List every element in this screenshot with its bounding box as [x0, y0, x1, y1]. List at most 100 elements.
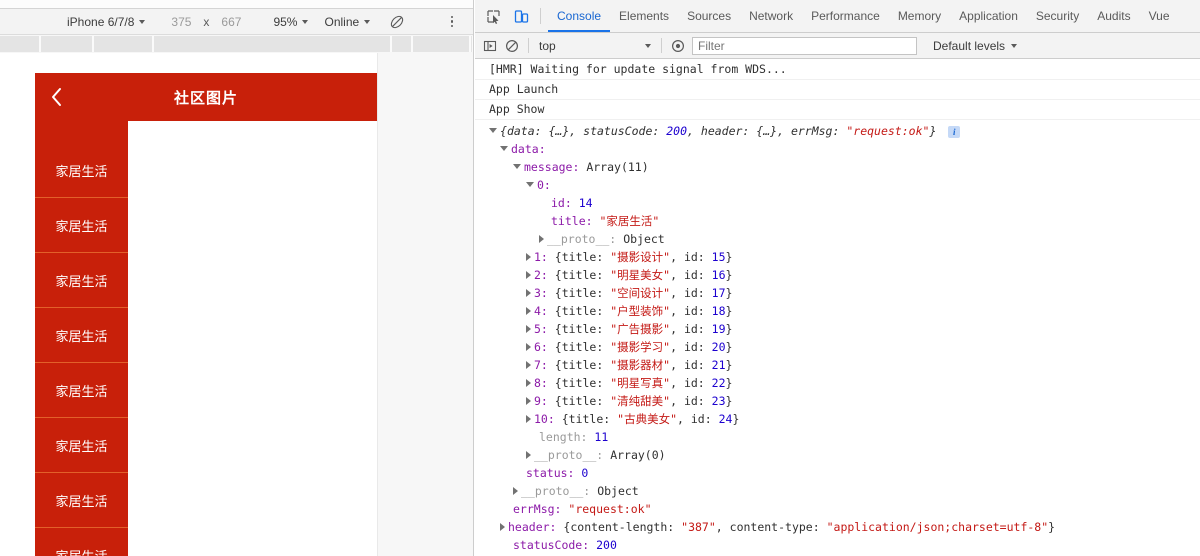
tree-row-array-item[interactable]: 8: {title: "明星写真", id: 22} [475, 374, 1200, 392]
execution-context-select[interactable]: top [534, 36, 656, 56]
item-id-value: 22 [711, 376, 726, 390]
back-chevron-icon[interactable] [35, 73, 79, 121]
tree-key-index: 0: [537, 178, 551, 192]
tree-row-array-item[interactable]: 5: {title: "广告摄影", id: 19} [475, 320, 1200, 338]
toggle-device-toolbar-icon[interactable] [508, 3, 534, 29]
info-icon[interactable]: i [948, 125, 961, 138]
item-title-key: title: [561, 376, 604, 390]
item-title-value: "广告摄影" [610, 322, 671, 336]
chevron-collapsed-icon[interactable] [500, 522, 505, 531]
chevron-expanded-icon[interactable] [526, 182, 534, 187]
tree-key-index: 10: [534, 412, 555, 426]
console-output[interactable]: [HMR] Waiting for update signal from WDS… [475, 60, 1200, 556]
tree-row-item0-proto[interactable]: __proto__: Object [475, 230, 1200, 248]
tab-network[interactable]: Network [740, 0, 802, 32]
log-levels-select[interactable]: Default levels [933, 39, 1018, 53]
chevron-collapsed-icon[interactable] [526, 450, 531, 459]
tree-row-data-proto[interactable]: __proto__: Object [475, 482, 1200, 500]
item-title-value: "空间设计" [610, 286, 671, 300]
chevron-collapsed-icon[interactable] [526, 306, 531, 315]
chevron-down-icon [645, 43, 651, 48]
sidebar-item-category[interactable]: 家居生活 [35, 253, 128, 308]
item-close-brace: } [732, 412, 740, 426]
chevron-collapsed-icon[interactable] [526, 360, 531, 369]
chevron-down-icon [139, 19, 146, 24]
tab-vue[interactable]: Vue [1140, 0, 1179, 32]
tab-console[interactable]: Console [548, 0, 611, 32]
live-expression-icon[interactable] [667, 35, 689, 57]
object-preview-row[interactable]: {data: {…}, statusCode: 200, header: {…}… [475, 122, 1200, 140]
tree-key-index: 1: [534, 250, 548, 264]
sidebar-item-category[interactable]: 家居生活 [35, 363, 128, 418]
tree-value-proto: Object [597, 484, 639, 498]
tree-row-array-item[interactable]: 1: {title: "摄影设计", id: 15} [475, 248, 1200, 266]
tree-row-array-item[interactable]: 6: {title: "摄影学习", id: 20} [475, 338, 1200, 356]
chevron-collapsed-icon[interactable] [526, 288, 531, 297]
header-sep: , [715, 520, 723, 534]
chevron-collapsed-icon[interactable] [526, 342, 531, 351]
item-id-key: id: [690, 412, 712, 426]
tree-key-index: 4: [534, 304, 548, 318]
sidebar-item-category[interactable]: 家居生活 [35, 143, 128, 198]
tab-security[interactable]: Security [1027, 0, 1088, 32]
sidebar-item-label: 家居生活 [55, 546, 107, 556]
sidebar-item-category[interactable]: 家居生活 [35, 528, 128, 556]
preview-data-value: {…} [548, 124, 570, 138]
item-id-key: id: [683, 250, 705, 264]
toolbar-divider [540, 8, 541, 24]
tree-row-array-item[interactable]: 7: {title: "摄影器材", id: 21} [475, 356, 1200, 374]
tree-row-array-item[interactable]: 2: {title: "明星美女", id: 16} [475, 266, 1200, 284]
tab-sources[interactable]: Sources [678, 0, 740, 32]
ruler-segment [471, 36, 473, 52]
zoom-select[interactable]: 95% [268, 11, 313, 33]
chevron-expanded-icon[interactable] [489, 128, 497, 133]
tree-row-array-item[interactable]: 9: {title: "清纯甜美", id: 23} [475, 392, 1200, 410]
console-sidebar-icon[interactable] [479, 35, 501, 57]
device-select[interactable]: iPhone 6/7/8 [62, 11, 150, 33]
chevron-collapsed-icon[interactable] [539, 234, 544, 243]
tab-memory[interactable]: Memory [889, 0, 950, 32]
chevron-collapsed-icon[interactable] [526, 324, 531, 333]
category-sidebar[interactable]: 家居生活 家居生活 家居生活 家居生活 家居生活 家居生活 家居生活 家居生活 … [35, 121, 128, 556]
viewport-width-input[interactable]: 375 [166, 11, 196, 33]
chevron-collapsed-icon[interactable] [526, 414, 531, 423]
tab-elements[interactable]: Elements [610, 0, 678, 32]
tree-key-proto: __proto__: [521, 484, 591, 498]
sidebar-item-category[interactable]: 家居生活 [35, 473, 128, 528]
console-object-log[interactable]: {data: {…}, statusCode: 200, header: {…}… [475, 120, 1200, 556]
tree-row-message[interactable]: message: Array(11) [475, 158, 1200, 176]
tree-row-array-item[interactable]: 4: {title: "户型装饰", id: 18} [475, 302, 1200, 320]
tree-row-header[interactable]: header: {content-length: "387", content-… [475, 518, 1200, 536]
chevron-expanded-icon[interactable] [500, 146, 508, 151]
tree-row-data[interactable]: data: [475, 140, 1200, 158]
tree-row-array-item[interactable]: 10: {title: "古典美女", id: 24} [475, 410, 1200, 428]
more-options-icon[interactable] [444, 14, 460, 30]
clear-console-icon[interactable] [501, 35, 523, 57]
sidebar-item-category[interactable]: 家居生活 [35, 418, 128, 473]
throttling-select[interactable]: Online [319, 11, 375, 33]
viewport-height-input[interactable]: 667 [216, 11, 246, 33]
tab-performance[interactable]: Performance [802, 0, 889, 32]
rotate-device-icon[interactable] [389, 14, 405, 30]
console-filter-bar: top Default levels [475, 33, 1200, 59]
chevron-collapsed-icon[interactable] [526, 378, 531, 387]
filter-input[interactable] [692, 36, 917, 55]
chevron-expanded-icon[interactable] [513, 164, 521, 169]
tab-audits[interactable]: Audits [1088, 0, 1139, 32]
sidebar-item-category[interactable]: 家居生活 [35, 308, 128, 363]
item-open-brace: { [554, 376, 562, 390]
inspect-element-icon[interactable] [480, 3, 506, 29]
chevron-collapsed-icon[interactable] [526, 270, 531, 279]
tree-row-array-proto[interactable]: __proto__: Array(0) [475, 446, 1200, 464]
device-pane-gutter [377, 53, 473, 556]
chevron-collapsed-icon[interactable] [513, 486, 518, 495]
chevron-collapsed-icon[interactable] [526, 252, 531, 261]
sidebar-item-category[interactable]: 家居生活 [35, 198, 128, 253]
tree-row-item-0[interactable]: 0: [475, 176, 1200, 194]
tab-application[interactable]: Application [950, 0, 1027, 32]
item-id-value: 18 [711, 304, 726, 318]
preview-sep: , [569, 124, 584, 138]
header-content-length-value: "387" [681, 520, 716, 534]
chevron-collapsed-icon[interactable] [526, 396, 531, 405]
tree-row-array-item[interactable]: 3: {title: "空间设计", id: 17} [475, 284, 1200, 302]
